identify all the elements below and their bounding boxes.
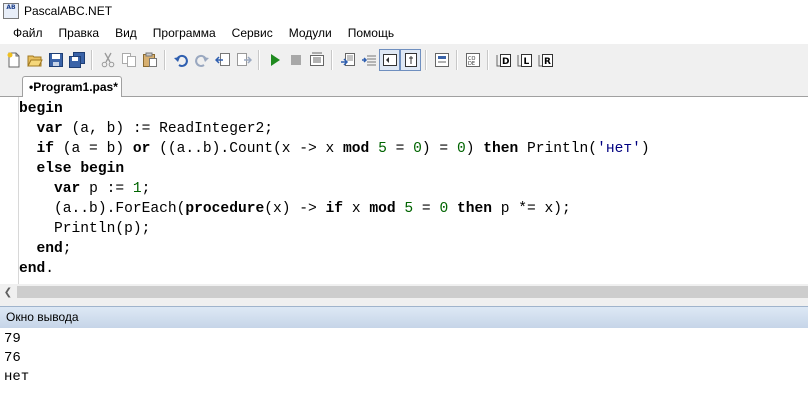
pascal-app-icon: AB	[3, 3, 19, 19]
desc-d-icon: D	[496, 53, 511, 67]
window-title: PascalABC.NET	[24, 4, 113, 18]
menu-help[interactable]: Помощь	[340, 22, 402, 44]
paste-icon	[142, 52, 157, 67]
editor-tabstrip: •Program1.pas*	[0, 75, 808, 97]
svg-text:D: D	[502, 57, 509, 67]
tab-program1[interactable]: •Program1.pas*	[22, 76, 122, 97]
menu-program[interactable]: Программа	[145, 22, 224, 44]
code-line: (a..b).ForEach(procedure(x) -> if x mod …	[19, 201, 571, 217]
toolbar: CO DE D L R	[0, 44, 808, 75]
debug-toggle-icon	[382, 53, 397, 66]
toolbar-separator	[258, 49, 260, 70]
desc-r-icon: R	[538, 53, 553, 67]
redo-icon	[194, 54, 209, 67]
step-into-icon	[340, 52, 355, 66]
menu-edit[interactable]: Правка	[51, 22, 108, 44]
toolbar-separator	[164, 49, 166, 70]
copy-icon	[121, 52, 136, 67]
svg-text:L: L	[523, 57, 529, 67]
desc-l-icon: L	[517, 53, 532, 67]
save-all-icon	[68, 51, 85, 68]
output-panel[interactable]: 79 76 нет	[0, 328, 808, 418]
new-file-button[interactable]	[3, 49, 24, 71]
step-over-icon	[361, 55, 376, 65]
toolbar-separator	[425, 49, 427, 70]
copy-button[interactable]	[118, 49, 139, 71]
open-icon	[26, 55, 43, 66]
redo-button[interactable]	[191, 49, 212, 71]
desc-r-button[interactable]: R	[535, 49, 556, 71]
output-line: нет	[4, 369, 30, 385]
save-all-button[interactable]	[66, 49, 87, 71]
toolbar-separator	[331, 49, 333, 70]
scroll-left-icon[interactable]: ❮	[0, 284, 16, 300]
code-line: else begin	[36, 161, 125, 177]
code-line: var (a, b) := ReadInteger2;	[36, 121, 273, 137]
menu-file[interactable]: Файл	[0, 22, 51, 44]
menu-view[interactable]: Вид	[107, 22, 145, 44]
cut-icon	[101, 52, 114, 67]
code-line: begin	[19, 101, 63, 117]
scrollbar-thumb[interactable]	[17, 286, 808, 298]
desc-l-button[interactable]: L	[514, 49, 535, 71]
compile-icon	[309, 52, 324, 66]
code-editor[interactable]: begin var (a, b) := ReadInteger2; if (a …	[0, 97, 808, 284]
nav-back-icon	[214, 52, 230, 66]
undo-icon	[173, 54, 188, 67]
code-template-icon: CODE	[465, 52, 480, 67]
code-line: if (a = b) or ((a..b).Count(x -> x mod 5…	[36, 141, 650, 157]
stop-icon	[290, 54, 301, 65]
code-line: end;	[36, 241, 72, 257]
cut-button[interactable]	[97, 49, 118, 71]
code-line: Println(p);	[19, 221, 151, 237]
menu-modules[interactable]: Модули	[281, 22, 340, 44]
menu-service[interactable]: Сервис	[224, 22, 281, 44]
undo-button[interactable]	[170, 49, 191, 71]
compile-button[interactable]	[306, 49, 327, 71]
output-line: 76	[4, 350, 21, 366]
menu-bar: Файл Правка Вид Программа Сервис Модули …	[0, 22, 808, 44]
run-button[interactable]	[264, 49, 285, 71]
editor-horizontal-scrollbar[interactable]: ❮	[0, 284, 808, 300]
toolbar-separator	[91, 49, 93, 70]
save-button[interactable]	[45, 49, 66, 71]
code-template-button[interactable]: CO DE	[462, 49, 483, 71]
code-line: end.	[19, 261, 55, 277]
new-file-icon	[7, 52, 19, 67]
svg-text:DE: DE	[468, 61, 475, 67]
output-panel-header: Окно вывода	[0, 306, 808, 328]
open-button[interactable]	[24, 49, 45, 71]
step-into-button[interactable]	[337, 49, 358, 71]
nav-back-button[interactable]	[212, 49, 233, 71]
step-over-button[interactable]	[358, 49, 379, 71]
toolbar-separator	[456, 49, 458, 70]
stop-button[interactable]	[285, 49, 306, 71]
form-designer-button[interactable]	[431, 49, 452, 71]
code-line: var p := 1;	[54, 181, 151, 197]
desc-d-button[interactable]: D	[493, 49, 514, 71]
form-designer-icon	[434, 52, 449, 67]
save-icon	[48, 52, 63, 67]
nav-forward-icon	[236, 52, 252, 66]
toolbar-separator	[487, 49, 489, 70]
paste-button[interactable]	[139, 49, 160, 71]
run-icon	[270, 53, 280, 66]
nav-forward-button[interactable]	[233, 49, 254, 71]
svg-text:R: R	[544, 57, 551, 67]
code-text[interactable]: begin var (a, b) := ReadInteger2; if (a …	[19, 99, 650, 279]
debug-toggle-button[interactable]	[379, 48, 400, 71]
title-bar: AB PascalABC.NET	[0, 0, 808, 22]
output-line: 79	[4, 331, 21, 347]
watch-toggle-icon	[404, 52, 417, 67]
watch-toggle-button[interactable]	[400, 48, 421, 71]
